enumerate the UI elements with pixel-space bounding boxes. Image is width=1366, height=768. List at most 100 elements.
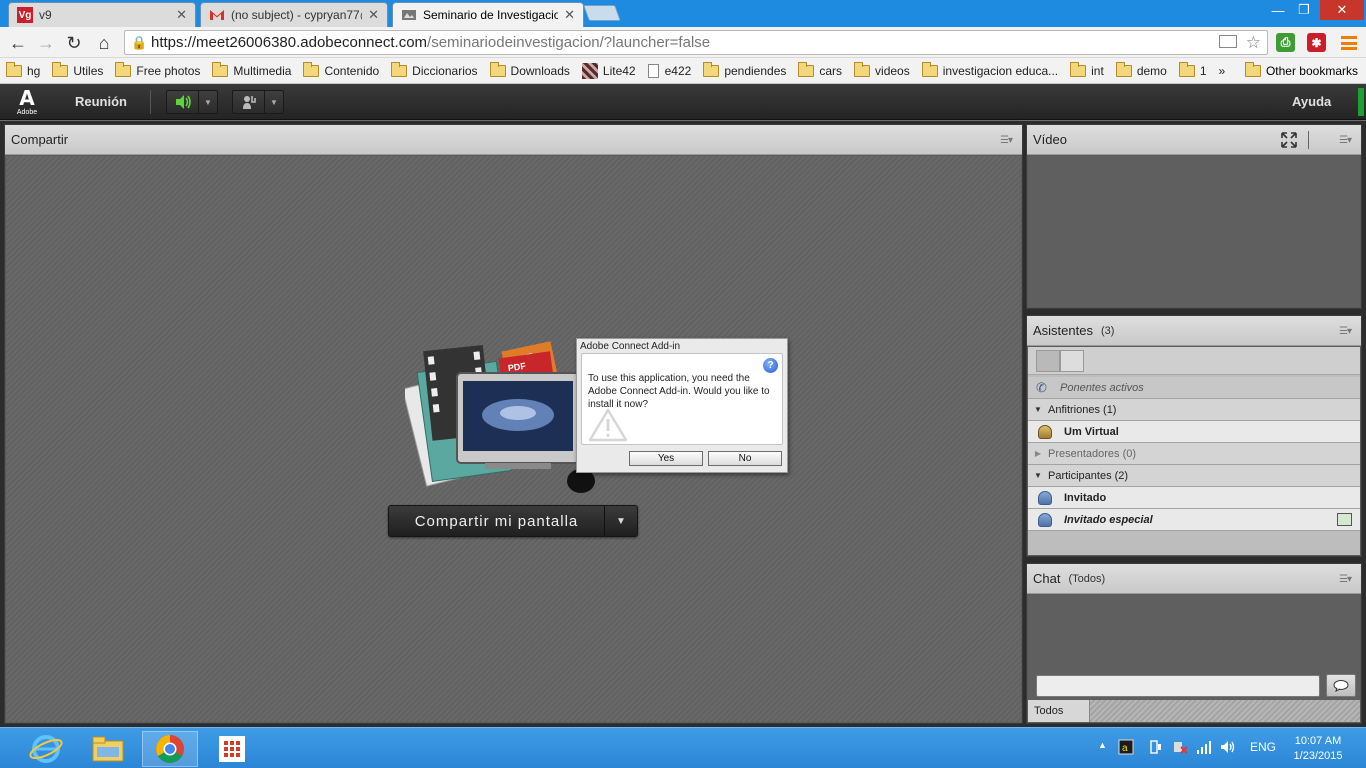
chevron-down-icon[interactable]: ▼	[199, 91, 217, 113]
status-view-icon[interactable]	[1060, 350, 1084, 372]
clock[interactable]: 10:07 AM 1/23/2015	[1288, 734, 1348, 764]
video-pod: Vídeo ☰▾	[1026, 124, 1362, 309]
bookmarks-bar: hg Utiles Free photos Multimedia Conteni…	[0, 58, 1366, 84]
folder-icon	[798, 61, 815, 77]
bookmarks-overflow-button[interactable]: »	[1219, 64, 1226, 78]
expand-triangle-icon[interactable]: ▼	[1028, 405, 1048, 414]
dialog-content: ? To use this application, you need the …	[581, 353, 783, 445]
back-arrow-icon[interactable]: ←	[6, 31, 30, 55]
tab-everyone[interactable]: Todos	[1028, 700, 1090, 722]
bookmark-item[interactable]: hg	[6, 61, 40, 78]
bookmark-item[interactable]: cars	[798, 61, 842, 78]
chrome-menu-icon[interactable]	[1341, 36, 1357, 50]
close-tab-icon[interactable]: ✕	[368, 7, 379, 23]
group-hosts[interactable]: ▼ Anfitriones (1)	[1028, 399, 1360, 421]
speaker-icon[interactable]	[167, 91, 199, 113]
restore-icon[interactable]: ❐	[1292, 0, 1316, 20]
home-icon[interactable]: ⌂	[92, 31, 116, 55]
chrome-icon[interactable]	[142, 731, 198, 767]
bookmark-item[interactable]: Lite42	[581, 62, 636, 79]
chat-input[interactable]	[1036, 675, 1320, 697]
no-button[interactable]: No	[708, 451, 782, 466]
pod-menu-icon[interactable]: ☰▾	[1000, 135, 1013, 146]
tab-seminario[interactable]: Seminario de Investigacion ✕	[392, 2, 584, 27]
list-item[interactable]: Um Virtual	[1028, 421, 1360, 443]
bookmark-item[interactable]: 1	[1178, 61, 1207, 78]
show-hidden-icons-icon[interactable]: ▲	[1098, 740, 1107, 750]
adobe-tray-icon[interactable]: a	[1118, 739, 1134, 758]
folder-icon	[854, 61, 871, 77]
raise-hand-icon[interactable]	[233, 91, 265, 113]
list-view-icon[interactable]	[1036, 350, 1060, 372]
tab-title: Seminario de Investigacion	[423, 8, 559, 22]
host-icon	[1038, 424, 1052, 439]
folder-icon	[1070, 61, 1087, 77]
meeting-menu[interactable]: Reunión	[75, 94, 127, 109]
bookmark-item[interactable]: Contenido	[303, 61, 379, 78]
chevron-down-icon[interactable]: ▼	[265, 91, 283, 113]
yes-button[interactable]: Yes	[629, 451, 703, 466]
group-participants[interactable]: ▼ Participantes (2)	[1028, 465, 1360, 487]
camera-icon[interactable]	[1219, 35, 1237, 48]
bookmark-item[interactable]: Free photos	[115, 61, 200, 78]
attendees-pod-header: Asistentes (3) ☰▾	[1027, 316, 1361, 346]
bookmark-item[interactable]: Utiles	[52, 61, 103, 78]
status-button[interactable]: ▼	[232, 90, 284, 114]
list-item[interactable]: Invitado especial	[1028, 509, 1360, 531]
help-menu[interactable]: Ayuda	[1292, 94, 1331, 109]
reload-icon[interactable]: ↻	[62, 31, 86, 55]
power-icon[interactable]	[1148, 739, 1164, 758]
minimize-icon[interactable]: —	[1264, 0, 1292, 20]
apps-grid-icon[interactable]	[204, 731, 260, 767]
list-item[interactable]: Invitado	[1028, 487, 1360, 509]
bookmark-item[interactable]: demo	[1115, 61, 1167, 78]
share-pod-header: Compartir ☰▾	[5, 125, 1022, 155]
new-tab-button[interactable]	[583, 5, 621, 21]
volume-icon[interactable]	[1220, 739, 1236, 758]
fullscreen-icon[interactable]	[1281, 132, 1297, 151]
close-window-icon[interactable]: ✕	[1320, 0, 1364, 20]
signal-icon[interactable]	[1196, 739, 1212, 758]
chat-messages: Todos	[1028, 595, 1360, 722]
chat-private-icon[interactable]	[1337, 513, 1352, 526]
tab-v9[interactable]: Vg v9 ✕	[8, 2, 196, 27]
close-tab-icon[interactable]: ✕	[564, 7, 575, 23]
print-extension-icon[interactable]: ⎙	[1276, 33, 1295, 52]
extension-icon[interactable]: ✱	[1307, 33, 1326, 52]
bookmark-item[interactable]: Downloads	[489, 61, 570, 78]
pod-menu-icon[interactable]: ☰▾	[1339, 135, 1352, 146]
bookmark-item[interactable]: Multimedia	[212, 61, 291, 78]
pod-title: Chat	[1033, 571, 1061, 586]
chevron-down-icon[interactable]: ▼	[605, 506, 637, 536]
pod-menu-icon[interactable]: ☰▾	[1339, 326, 1352, 337]
close-tab-icon[interactable]: ✕	[176, 7, 187, 23]
tab-gmail[interactable]: (no subject) - cypryan77@ ✕	[200, 2, 388, 27]
internet-explorer-icon[interactable]	[18, 731, 74, 767]
language-indicator[interactable]: ENG	[1250, 740, 1276, 754]
star-icon[interactable]: ☆	[1246, 33, 1261, 53]
send-message-button[interactable]	[1326, 674, 1356, 697]
expand-triangle-icon[interactable]: ▼	[1028, 471, 1048, 480]
collapsed-triangle-icon[interactable]: ▶	[1028, 449, 1048, 458]
speaker-button[interactable]: ▼	[166, 90, 218, 114]
bookmark-item[interactable]: pendiendes	[703, 61, 786, 78]
bookmark-item[interactable]: int	[1070, 61, 1104, 78]
help-icon[interactable]: ?	[763, 358, 778, 373]
phone-icon: ✆	[1036, 379, 1047, 395]
clock-date: 1/23/2015	[1293, 750, 1343, 762]
bookmark-item[interactable]: investigacion educa...	[921, 61, 1058, 78]
pod-menu-icon[interactable]: ☰▾	[1339, 574, 1352, 585]
divider	[1308, 131, 1309, 149]
address-bar[interactable]: 🔒 https://meet26006380.adobeconnect.com /…	[124, 30, 1268, 55]
bookmark-item[interactable]: videos	[854, 61, 910, 78]
other-bookmarks[interactable]: Other bookmarks	[1244, 61, 1358, 78]
forward-arrow-icon[interactable]: →	[34, 31, 58, 55]
share-screen-button[interactable]: Compartir mi pantalla ▼	[388, 505, 638, 537]
folder-icon	[52, 61, 69, 77]
bookmark-item[interactable]: e422	[647, 63, 691, 78]
group-presenters[interactable]: ▶ Presentadores (0)	[1028, 443, 1360, 465]
network-error-icon[interactable]	[1172, 739, 1188, 758]
share-screen-label: Compartir mi pantalla	[389, 506, 605, 536]
bookmark-item[interactable]: Diccionarios	[391, 61, 478, 78]
file-explorer-icon[interactable]	[80, 731, 136, 767]
